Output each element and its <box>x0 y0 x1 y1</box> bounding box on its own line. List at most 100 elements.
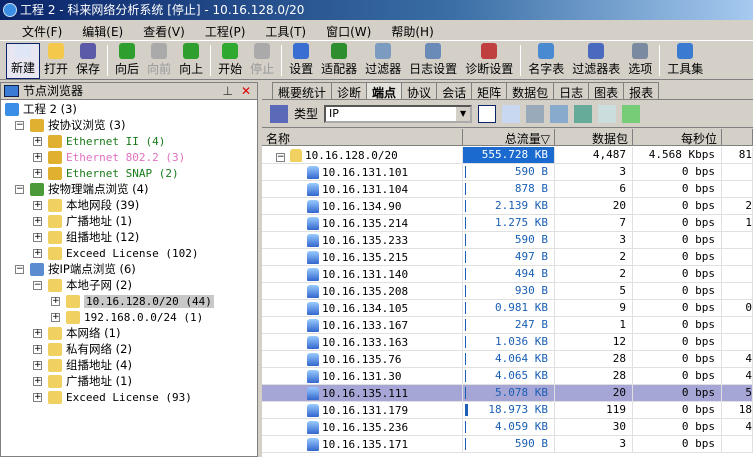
tree-item[interactable]: 工程 2 (3) <box>5 101 77 117</box>
tree-item[interactable]: + 组播地址 (4) <box>33 357 132 373</box>
expand-icon[interactable]: + <box>33 361 42 370</box>
export-icon[interactable] <box>574 104 593 123</box>
tree-item[interactable]: +192.168.0.0/24 (1) <box>51 309 203 325</box>
chevron-down-icon[interactable]: ▼ <box>456 106 471 121</box>
toolbar-button[interactable]: 打开 <box>40 43 72 79</box>
expand-icon[interactable]: + <box>33 345 42 354</box>
table-row[interactable]: 10.16.131.30 4.065 KB 28 0 bps 4 <box>262 368 753 385</box>
menu-item[interactable]: 窗口(W) <box>316 20 381 40</box>
col-bps[interactable]: 每秒位 <box>633 129 722 146</box>
menu-item[interactable]: 工程(P) <box>195 20 256 40</box>
save-icon[interactable] <box>270 104 288 123</box>
table-row[interactable]: 10.16.131.140 494 B 20 bps <box>262 266 753 283</box>
menu-item[interactable]: 工具(T) <box>255 20 316 40</box>
menu-item[interactable]: 帮助(H) <box>381 20 443 40</box>
tree-item[interactable]: + Ethernet SNAP (2) <box>33 165 179 181</box>
expand-icon[interactable]: + <box>33 153 42 162</box>
toolbar-button[interactable]: 日志设置 <box>405 43 461 79</box>
table-row[interactable]: 10.16.135.111 5.078 KB 20 0 bps 5 <box>262 385 753 402</box>
tree-view-icon[interactable] <box>478 104 497 123</box>
toolbar-button[interactable]: 停止 <box>246 43 278 79</box>
table-row[interactable]: − 10.16.128.0/20 555.728 KB 4,487 4.568 Kbps… <box>262 147 753 164</box>
type-select[interactable]: IP ▼ <box>324 104 473 123</box>
refresh-icon[interactable] <box>622 104 641 123</box>
expand-icon[interactable]: + <box>33 393 42 402</box>
tab-1[interactable]: 诊断 <box>331 82 368 100</box>
tree-item[interactable]: + 私有网络 (2) <box>33 341 132 357</box>
list-view-icon[interactable] <box>502 104 521 123</box>
tree-item[interactable]: +10.16.128.0/20 (44) <box>51 293 214 309</box>
menu-item[interactable]: 编辑(E) <box>72 20 133 40</box>
table-row[interactable]: 10.16.131.104 878 B 60 bps <box>262 181 753 198</box>
tree-item[interactable]: + 广播地址 (1) <box>33 373 132 389</box>
tab-7[interactable]: 日志 <box>553 82 590 100</box>
table-row[interactable]: 10.16.131.101 590 B 30 bps <box>262 164 753 181</box>
collapse-icon[interactable]: − <box>15 265 24 274</box>
tree-item[interactable]: + 组播地址 (12) <box>33 229 139 245</box>
columns-icon[interactable] <box>598 104 617 123</box>
tab-2[interactable]: 端点 <box>366 82 403 100</box>
tree-item[interactable]: + 广播地址 (1) <box>33 213 132 229</box>
toolbar-button[interactable]: 向后 <box>111 43 143 79</box>
tab-3[interactable]: 协议 <box>401 82 438 100</box>
col-packets[interactable]: 数据包 <box>555 129 633 146</box>
tree-item[interactable]: − 按物理端点浏览 (4) <box>15 181 148 197</box>
pin-icon[interactable]: ⊥ <box>223 83 233 100</box>
collapse-icon[interactable]: − <box>276 153 285 162</box>
tab-8[interactable]: 图表 <box>588 82 625 100</box>
tree-item[interactable]: − 按IP端点浏览 (6) <box>15 261 136 277</box>
table-row[interactable]: 10.16.135.171 590 B 30 bps <box>262 436 753 453</box>
tree-item[interactable]: + Exceed License (102) <box>33 245 198 261</box>
expand-icon[interactable]: + <box>33 217 42 226</box>
toolbar-button[interactable]: 开始 <box>214 43 246 79</box>
tab-4[interactable]: 会话 <box>436 82 473 100</box>
toolbar-button[interactable]: 设置 <box>285 43 317 79</box>
toolbar-button[interactable]: 名字表 <box>524 43 568 79</box>
table-row[interactable]: 10.16.135.208 930 B 50 bps <box>262 283 753 300</box>
collapse-icon[interactable]: − <box>15 185 24 194</box>
tab-5[interactable]: 矩阵 <box>471 82 508 100</box>
col-total[interactable]: 总流量▽ <box>463 129 555 146</box>
collapse-icon[interactable]: − <box>15 121 24 130</box>
toolbar-button[interactable]: 过滤器表 <box>568 43 624 79</box>
table-row[interactable]: 10.16.135.214 1.275 KB 7 0 bps 1 <box>262 215 753 232</box>
tab-9[interactable]: 报表 <box>623 82 660 100</box>
tree-item[interactable]: + Exceed License (93) <box>33 389 192 405</box>
menu-item[interactable]: 文件(F) <box>12 20 72 40</box>
table-row[interactable]: 10.16.133.163 1.036 KB 12 0 bps <box>262 334 753 351</box>
expand-icon[interactable]: + <box>33 201 42 210</box>
tree-item[interactable]: + 本网络 (1) <box>33 325 120 341</box>
expand-icon[interactable]: + <box>51 297 60 306</box>
tab-6[interactable]: 数据包 <box>506 82 555 100</box>
table-row[interactable]: 10.16.134.90 2.139 KB 20 0 bps 2 <box>262 198 753 215</box>
table-row[interactable]: 10.16.135.233 590 B 30 bps <box>262 232 753 249</box>
toolbar-button[interactable]: 诊断设置 <box>461 43 517 79</box>
toolbar-button[interactable]: 过滤器 <box>361 43 405 79</box>
toolbar-button[interactable]: 适配器 <box>317 43 361 79</box>
table-row[interactable]: 10.16.131.179 18.973 KB 119 0 bps 18 <box>262 402 753 419</box>
expand-icon[interactable]: + <box>33 329 42 338</box>
close-icon[interactable]: ✕ <box>241 83 251 100</box>
col-name[interactable]: 名称 <box>262 129 463 146</box>
expand-icon[interactable]: + <box>33 249 42 258</box>
expand-icon[interactable]: + <box>51 313 60 322</box>
expand-icon[interactable]: + <box>33 137 42 146</box>
expand-icon[interactable]: + <box>33 169 42 178</box>
tree-item[interactable]: − 按协议浏览 (3) <box>15 117 125 133</box>
table-row[interactable]: 10.16.135.215 497 B 20 bps <box>262 249 753 266</box>
col-extra[interactable] <box>722 129 753 145</box>
tab-0[interactable]: 概要统计 <box>272 82 333 100</box>
table-row[interactable]: 10.16.134.105 0.981 KB 9 0 bps 0 <box>262 300 753 317</box>
toolbar-button[interactable]: 新建 <box>6 43 41 79</box>
tree-item[interactable]: + Ethernet II (4) <box>33 133 165 149</box>
toolbar-button[interactable]: 保存 <box>72 43 104 79</box>
toolbar-button[interactable]: 选项 <box>624 43 656 79</box>
tree-item[interactable]: + Ethernet 802.2 (3) <box>33 149 185 165</box>
table-row[interactable]: 10.16.133.167 247 B 10 bps <box>262 317 753 334</box>
tree-item[interactable]: + 本地网段 (39) <box>33 197 139 213</box>
collapse-icon[interactable]: − <box>33 281 42 290</box>
tree-item[interactable]: − 本地子网 (2) <box>33 277 132 293</box>
add-name-icon[interactable] <box>550 104 569 123</box>
toolbar-button[interactable]: 向上 <box>175 43 207 79</box>
toolbar-button[interactable]: 向前 <box>143 43 175 79</box>
